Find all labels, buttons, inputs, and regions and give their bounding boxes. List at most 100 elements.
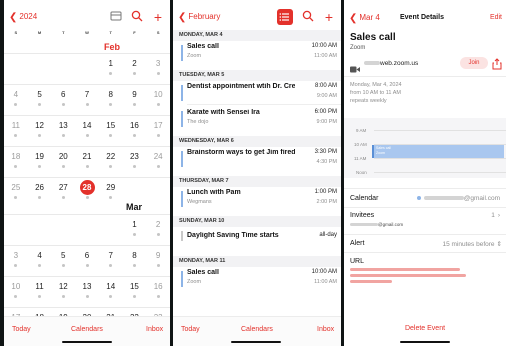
- calendar-day[interactable]: 15: [100, 121, 122, 130]
- calendar-day[interactable]: 9: [147, 251, 169, 260]
- event-row[interactable]: Lunch with Pam Wegmans 1:00 PM 2:00 PM: [181, 189, 337, 209]
- calendar-day[interactable]: 10: [5, 282, 27, 291]
- alert-selector[interactable]: 15 minutes before ⇕: [443, 240, 503, 248]
- calendar-day[interactable]: 19: [29, 152, 51, 161]
- calendar-day[interactable]: 11: [29, 282, 51, 291]
- event-dot: [38, 264, 42, 267]
- event-row[interactable]: Dentist appointment wtih Dr. Crenshaw 8:0…: [181, 83, 337, 103]
- url-row-label: URL: [350, 258, 365, 265]
- calendar-list-pane: ❮ February + MONDAY, MAR 4 Sales call Zoom 1…: [173, 0, 341, 346]
- calendar-day[interactable]: 2: [123, 59, 145, 68]
- calendar-day[interactable]: 12: [52, 282, 74, 291]
- week-divider: [4, 146, 170, 147]
- calendar-day[interactable]: 22: [100, 152, 122, 161]
- calendar-day[interactable]: 15: [123, 282, 145, 291]
- calendar-day[interactable]: 29: [100, 183, 122, 192]
- join-button[interactable]: Join: [460, 57, 488, 69]
- calendar-day[interactable]: 4: [5, 90, 27, 99]
- calendar-day[interactable]: 23: [123, 152, 145, 161]
- calendar-day[interactable]: 13: [76, 282, 98, 291]
- calendar-day[interactable]: 7: [100, 251, 122, 260]
- calendar-day[interactable]: 6: [76, 251, 98, 260]
- calendar-day[interactable]: 4: [29, 251, 51, 260]
- calendar-day[interactable]: 5: [52, 251, 74, 260]
- calendar-month-pane: ❮ 2024 + SMTWTFS Feb Mar 1 2 3 4 5 6 7 8 9 10 11 12 1…: [4, 0, 170, 346]
- back-to-february-button[interactable]: ❮ February: [178, 12, 220, 23]
- event-row[interactable]: Brainstorm ways to get Jim fired 3:30 PM 4…: [181, 149, 337, 169]
- calendar-day[interactable]: 27: [52, 183, 74, 192]
- today-button[interactable]: Today: [181, 326, 200, 333]
- search-icon[interactable]: [301, 10, 315, 24]
- bottom-tab-bar: Today Calendars Inbox: [173, 316, 341, 346]
- back-to-mar4-button[interactable]: ❮ Mar 4: [349, 13, 380, 24]
- back-label: 2024: [19, 12, 38, 21]
- calendar-top-bar: ❮ 2024 +: [4, 0, 170, 30]
- calendar-day[interactable]: 8: [100, 90, 122, 99]
- calendars-button[interactable]: Calendars: [71, 326, 103, 333]
- invitees-count[interactable]: 1 ›: [491, 212, 500, 219]
- add-event-icon[interactable]: +: [322, 10, 336, 24]
- calendar-day[interactable]: 3: [5, 251, 27, 260]
- timeline-hour-label: 10 AM: [354, 142, 367, 147]
- event-row[interactable]: Daylight Saving Time starts all-day: [181, 229, 337, 249]
- calendar-day[interactable]: 6: [52, 90, 74, 99]
- calendar-day[interactable]: 14: [76, 121, 98, 130]
- zoom-link[interactable]: web.zoom.us: [364, 60, 418, 67]
- today-button[interactable]: Today: [12, 326, 31, 333]
- calendar-day[interactable]: 1: [100, 59, 122, 68]
- event-color-bar: [181, 85, 183, 101]
- calendar-day[interactable]: 11: [5, 121, 27, 130]
- calendar-day[interactable]: 28: [76, 183, 98, 192]
- calendar-day[interactable]: 9: [123, 90, 145, 99]
- edit-button[interactable]: Edit: [490, 14, 502, 21]
- calendar-day[interactable]: 12: [29, 121, 51, 130]
- timeline-event-sub: Zoom: [376, 151, 385, 155]
- calendar-day[interactable]: 16: [147, 282, 169, 291]
- calendar-day[interactable]: 18: [5, 152, 27, 161]
- inbox-button[interactable]: Inbox: [146, 326, 163, 333]
- event-row[interactable]: Sales call Zoom 10:00 AM 11:00 AM: [181, 43, 337, 63]
- delete-event-button[interactable]: Delete Event: [344, 325, 506, 332]
- add-event-icon[interactable]: +: [151, 10, 165, 24]
- event-dot: [14, 295, 18, 298]
- search-icon[interactable]: [130, 10, 144, 24]
- url-value-redacted[interactable]: [350, 268, 470, 283]
- details-top-bar: ❮ Mar 4 Event Details Edit: [344, 0, 506, 30]
- calendar-day[interactable]: 25: [5, 183, 27, 192]
- calendar-day[interactable]: 1: [123, 220, 145, 229]
- calendar-day[interactable]: 2: [147, 220, 169, 229]
- event-dot: [85, 295, 89, 298]
- share-icon[interactable]: [492, 57, 502, 75]
- event-end-time: 4:30 PM: [316, 159, 337, 165]
- calendar-day[interactable]: 24: [147, 152, 169, 161]
- event-dot: [14, 196, 18, 199]
- event-dot: [109, 196, 113, 199]
- calendar-day[interactable]: 5: [29, 90, 51, 99]
- calendar-day[interactable]: 16: [123, 121, 145, 130]
- calendar-day[interactable]: 10: [147, 90, 169, 99]
- calendar-day[interactable]: 8: [123, 251, 145, 260]
- back-to-year-button[interactable]: ❮ 2024: [9, 12, 37, 23]
- inbox-button[interactable]: Inbox: [317, 326, 334, 333]
- calendar-day[interactable]: 3: [147, 59, 169, 68]
- list-view-toggle-icon[interactable]: [277, 9, 293, 25]
- list-view-icon[interactable]: [109, 10, 123, 24]
- calendar-row-value[interactable]: @gmail.com: [416, 195, 500, 202]
- event-dot: [132, 165, 136, 168]
- calendar-day[interactable]: 14: [100, 282, 122, 291]
- event-dot: [109, 165, 113, 168]
- calendar-day[interactable]: 20: [52, 152, 74, 161]
- event-color-bar: [181, 45, 183, 61]
- calendars-button[interactable]: Calendars: [241, 326, 273, 333]
- timeline-event-title: Sales call: [376, 146, 391, 150]
- event-dot: [109, 264, 113, 267]
- day-timeline: 9 AM 10 AM 11 AM Noon Sales call Zoom: [344, 118, 506, 178]
- calendar-day[interactable]: 13: [52, 121, 74, 130]
- event-row[interactable]: Sales call Zoom 10:00 AM 11:00 AM: [181, 269, 337, 289]
- calendar-day[interactable]: 7: [76, 90, 98, 99]
- event-row[interactable]: Karate with Sensei Ira The dojo 6:00 PM 9:0…: [181, 109, 337, 129]
- calendar-day[interactable]: 26: [29, 183, 51, 192]
- calendar-day[interactable]: 21: [76, 152, 98, 161]
- calendar-day[interactable]: 17: [147, 121, 169, 130]
- timeline-line: [374, 130, 506, 131]
